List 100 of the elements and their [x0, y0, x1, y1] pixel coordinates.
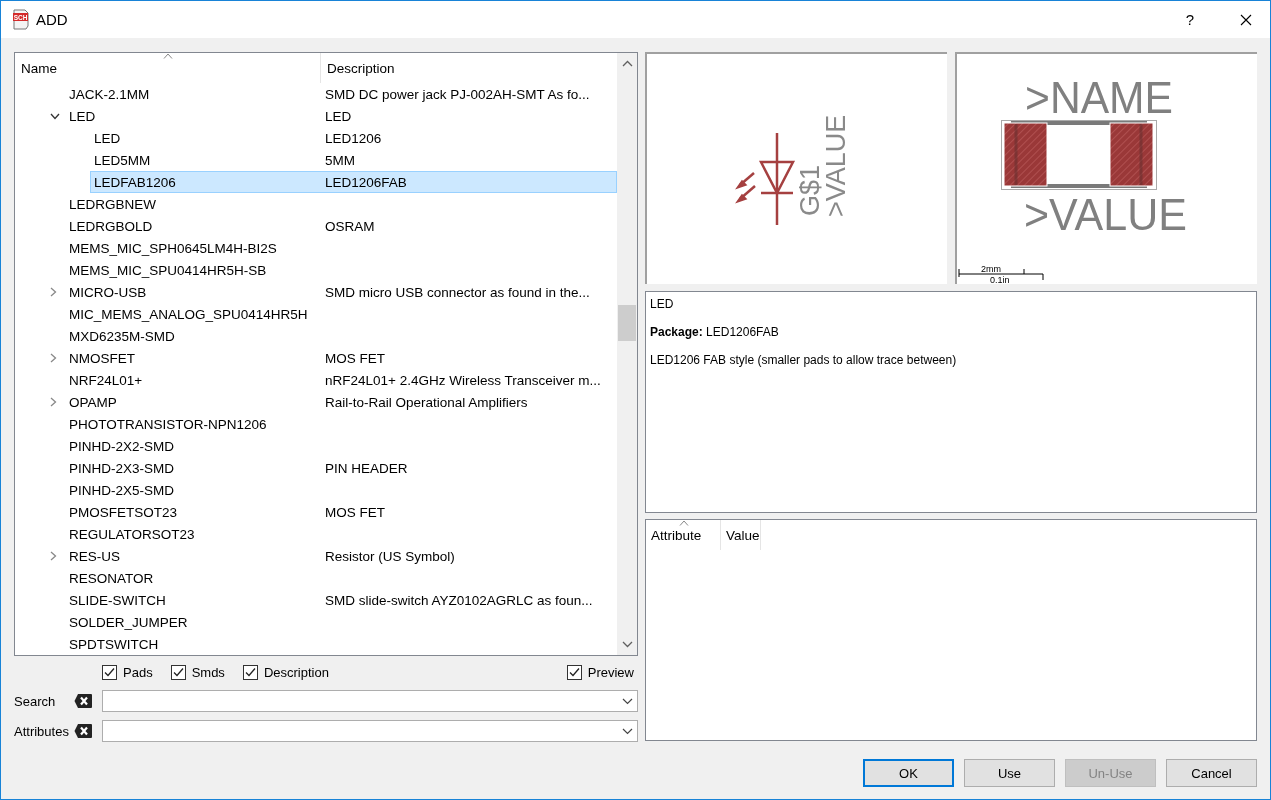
checkbox-label[interactable]: Preview: [587, 665, 634, 680]
search-label: Search: [14, 693, 57, 709]
description-cell: SMD slide-switch AYZ0102AGRLC as foun...: [325, 592, 593, 608]
checkbox-label[interactable]: Smds: [191, 665, 225, 680]
description-cell: MOS FET: [325, 350, 385, 366]
help-button[interactable]: ?: [1180, 11, 1200, 28]
tree-row[interactable]: PINHD-2X3-SMD PIN HEADER: [65, 457, 617, 479]
name-cell-text: PHOTOTRANSISTOR-NPN1206: [69, 416, 268, 432]
name-cell-text: OPAMP: [69, 394, 118, 410]
tree-row[interactable]: PINHD-2X2-SMD: [65, 435, 617, 457]
tree-row[interactable]: PMOSFETSOT23 MOS FET: [65, 501, 617, 523]
dialog-button[interactable]: Cancel: [1166, 759, 1257, 787]
checkbox[interactable]: [170, 665, 186, 680]
checkbox[interactable]: [242, 665, 258, 680]
tree-row[interactable]: RESONATOR: [65, 567, 617, 589]
tree-row[interactable]: JACK-2.1MM SMD DC power jack PJ-002AH-SMT As fo...: [65, 83, 617, 105]
description-cell: Rail-to-Rail Operational Amplifiers: [325, 394, 528, 410]
tree-row[interactable]: PHOTOTRANSISTOR-NPN1206: [65, 413, 617, 435]
description-cell: 5MM: [325, 152, 355, 168]
package-value-label: >VALUE: [1024, 189, 1195, 240]
tree-row[interactable]: LED LED: [65, 105, 617, 127]
tree-row[interactable]: OPAMP Rail-to-Rail Operational Amplifiers: [65, 391, 617, 413]
name-cell-text: MEMS_MIC_SPH0645LM4H-BI2S: [69, 240, 278, 256]
column-header[interactable]: Name: [21, 60, 57, 76]
name-cell-text: LED5MM: [94, 152, 152, 168]
vertical-scrollbar[interactable]: [617, 53, 637, 655]
tree-row[interactable]: MXD6235M-SMD: [65, 325, 617, 347]
scrollbar-thumb[interactable]: [618, 305, 636, 341]
checkbox-label[interactable]: Description: [263, 665, 329, 680]
description-cell: LED1206FAB: [325, 174, 407, 190]
description-cell: nRF24L01+ 2.4GHz Wireless Transceiver m...: [325, 372, 601, 388]
column-header[interactable]: Value: [726, 527, 760, 543]
tree-row[interactable]: LEDFAB1206 LED1206FAB: [90, 171, 617, 193]
description-cell: SMD DC power jack PJ-002AH-SMT As fo...: [325, 86, 590, 102]
close-icon[interactable]: [1240, 13, 1252, 26]
dropdown-caret-icon[interactable]: [622, 697, 633, 705]
description-cell: MOS FET: [325, 504, 385, 520]
column-header[interactable]: Attribute: [651, 527, 702, 543]
description-cell: SMD micro USB connector as found in the...: [325, 284, 590, 300]
dialog-button[interactable]: OK: [863, 759, 954, 787]
name-cell-text: SPDTSWITCH: [69, 636, 160, 652]
tree-row[interactable]: RES-US Resistor (US Symbol): [65, 545, 617, 567]
description-text: Package: LED1206FAB: [650, 325, 780, 339]
tree-row[interactable]: LEDRGBNEW: [65, 193, 617, 215]
name-cell-text: MIC_MEMS_ANALOG_SPU0414HR5H: [69, 306, 309, 322]
name-cell-text: JACK-2.1MM: [69, 86, 151, 102]
checkbox[interactable]: [102, 665, 117, 680]
name-cell-text: PINHD-2X5-SMD: [69, 482, 175, 498]
description-cell: LED: [325, 108, 352, 124]
tree-row[interactable]: LED5MM 5MM: [90, 149, 617, 171]
tree-row[interactable]: REGULATORSOT23: [65, 523, 617, 545]
dropdown-caret-icon[interactable]: [622, 727, 633, 735]
tree-row[interactable]: LEDRGBOLD OSRAM: [65, 215, 617, 237]
description-cell: OSRAM: [325, 218, 375, 234]
window-title: ADD: [36, 11, 69, 28]
name-cell-text: MXD6235M-SMD: [69, 328, 176, 344]
package-name-label: >NAME: [1025, 72, 1182, 123]
name-cell-text: PINHD-2X3-SMD: [69, 460, 175, 476]
name-cell-text: REGULATORSOT23: [69, 526, 196, 542]
name-cell-text: LEDRGBOLD: [69, 218, 154, 234]
name-cell-text: RES-US: [69, 548, 121, 564]
tree-row[interactable]: SOLDER_JUMPER: [65, 611, 617, 633]
search-field[interactable]: [102, 690, 638, 712]
tree-row[interactable]: NMOSFET MOS FET: [65, 347, 617, 369]
name-cell-text: LEDRGBNEW: [69, 196, 157, 212]
clear-icon[interactable]: [74, 693, 93, 709]
tree-row[interactable]: MICRO-USB SMD micro USB connector as found in the...: [65, 281, 617, 303]
name-cell-text: PINHD-2X2-SMD: [69, 438, 175, 454]
attributes-label: Attributes: [14, 723, 70, 739]
name-cell-text: RESONATOR: [69, 570, 155, 586]
tree-row[interactable]: MEMS_MIC_SPU0414HR5H-SB: [65, 259, 617, 281]
name-cell-text: SOLDER_JUMPER: [69, 614, 189, 630]
tree-row[interactable]: NRF24L01+ nRF24L01+ 2.4GHz Wireless Transceiver m...: [65, 369, 617, 391]
description-text: LED1206 FAB style (smaller pads to allow trace between): [650, 353, 958, 367]
dialog-button[interactable]: Use: [964, 759, 1055, 787]
description-cell: Resistor (US Symbol): [325, 548, 455, 564]
name-cell-text: LEDFAB1206: [94, 174, 177, 190]
scale-metric-label: 2mm: [981, 264, 1001, 274]
attributes-field[interactable]: [102, 720, 638, 742]
tree-row[interactable]: SPDTSWITCH: [65, 633, 617, 655]
scale-imperial-label: 0.1in: [990, 275, 1010, 284]
name-cell-text: MEMS_MIC_SPU0414HR5H-SB: [69, 262, 268, 278]
description-cell: LED1206: [325, 130, 382, 146]
name-cell-text: SLIDE-SWITCH: [69, 592, 167, 608]
tree-row[interactable]: MEMS_MIC_SPH0645LM4H-BI2S: [65, 237, 617, 259]
tree-row[interactable]: MIC_MEMS_ANALOG_SPU0414HR5H: [65, 303, 617, 325]
clear-icon[interactable]: [74, 723, 93, 739]
name-cell-text: NRF24L01+: [69, 372, 144, 388]
tree-row[interactable]: LED LED1206: [90, 127, 617, 149]
name-cell-text: NMOSFET: [69, 350, 136, 366]
description-cell: PIN HEADER: [325, 460, 408, 476]
name-cell-text: LED: [69, 108, 97, 124]
tree-row[interactable]: SLIDE-SWITCH SMD slide-switch AYZ0102AGRLC as foun...: [65, 589, 617, 611]
name-cell-text: PMOSFETSOT23: [69, 504, 179, 520]
checkbox[interactable]: [566, 665, 582, 680]
description-text: LED: [650, 297, 675, 311]
checkbox-label[interactable]: Pads: [123, 665, 153, 680]
column-header[interactable]: Description: [327, 60, 395, 76]
tree-row[interactable]: PINHD-2X5-SMD: [65, 479, 617, 501]
name-cell-text: LED: [94, 130, 122, 146]
